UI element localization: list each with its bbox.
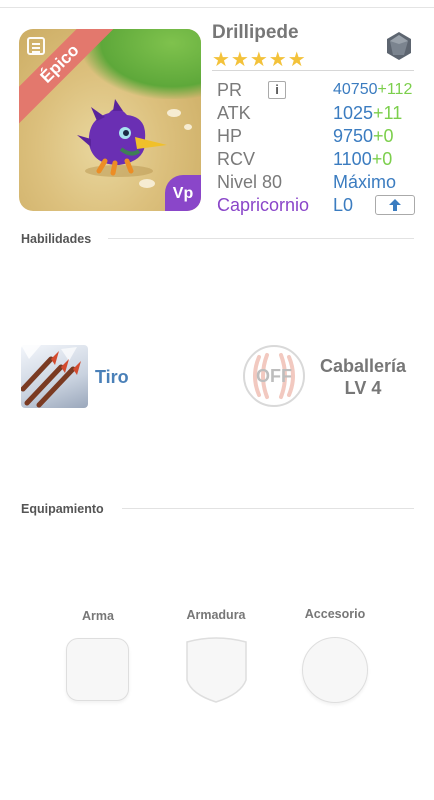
stat-row-zodiac: Capricornio L0 xyxy=(217,195,417,218)
stat-label: PR xyxy=(217,80,243,100)
stat-bonus: +112 xyxy=(377,81,413,98)
stat-bonus: +11 xyxy=(373,103,403,123)
passive-skill-level: LV 4 xyxy=(344,378,382,398)
stat-bonus: +0 xyxy=(373,126,394,146)
stats-divider xyxy=(212,70,414,71)
armor-slot[interactable] xyxy=(185,636,248,704)
stat-base: 1025 xyxy=(333,103,374,123)
stat-value: 9750+0 xyxy=(333,126,394,147)
pebble xyxy=(184,124,192,130)
monster-sprite xyxy=(77,99,167,177)
active-skill-name[interactable]: Tiro xyxy=(95,367,129,388)
stat-base: 40750 xyxy=(333,81,378,98)
passive-skill-name: Caballería xyxy=(319,356,407,376)
pebble xyxy=(167,109,181,117)
star-rating: ★★★★★ xyxy=(212,49,307,71)
pebble xyxy=(139,179,155,188)
active-skill-icon[interactable] xyxy=(21,345,88,408)
stat-row-level: Nivel 80 Máximo xyxy=(217,172,417,195)
weapon-label: Arma xyxy=(82,609,114,623)
armor-label: Armadura xyxy=(186,608,246,622)
level-value: Máximo xyxy=(333,172,397,192)
level-label: Nivel 80 xyxy=(217,172,283,192)
top-divider xyxy=(0,7,434,8)
skills-heading: Habilidades xyxy=(21,232,92,246)
weapon-slot[interactable] xyxy=(66,638,129,701)
passive-skill-label: Caballería LV 4 xyxy=(308,355,418,399)
stat-row-rcv: RCV 1100+0 xyxy=(217,149,417,172)
element-badge: Vp xyxy=(165,175,201,211)
stat-value: 1100+0 xyxy=(333,149,392,170)
zodiac-value: L0 xyxy=(333,195,354,215)
monster-portrait[interactable]: Épico Vp xyxy=(19,29,201,211)
stat-base: 1100 xyxy=(333,149,372,169)
accessory-label: Accesorio xyxy=(304,607,366,621)
stat-label: ATK xyxy=(217,103,251,123)
equipment-divider xyxy=(122,508,414,509)
stat-bonus: +0 xyxy=(371,149,393,169)
stat-value: 1025+11 xyxy=(333,103,402,124)
stat-row-pr: PR i 40750+112 xyxy=(217,80,417,103)
stat-base: 9750 xyxy=(333,126,374,146)
gem-icon[interactable] xyxy=(383,30,415,62)
passive-skill-toggle[interactable]: OFF xyxy=(243,345,305,407)
upgrade-arrow-icon xyxy=(389,199,401,211)
stat-value: 40750+112 xyxy=(333,81,412,99)
accessory-slot[interactable] xyxy=(302,637,368,703)
passive-status: OFF xyxy=(256,366,292,386)
stat-label: RCV xyxy=(217,149,256,169)
upgrade-button[interactable] xyxy=(375,195,415,215)
stat-row-hp: HP 9750+0 xyxy=(217,126,417,149)
equipment-heading: Equipamiento xyxy=(21,502,104,516)
list-icon[interactable] xyxy=(27,37,45,55)
stat-label: HP xyxy=(217,126,243,146)
stat-row-atk: ATK 1025+11 xyxy=(217,103,417,126)
monster-name: Drillipede xyxy=(212,22,299,43)
zodiac-label: Capricornio xyxy=(217,195,310,215)
info-icon[interactable]: i xyxy=(268,81,286,99)
skills-divider xyxy=(108,238,414,239)
arrows-skill-icon xyxy=(21,345,81,408)
